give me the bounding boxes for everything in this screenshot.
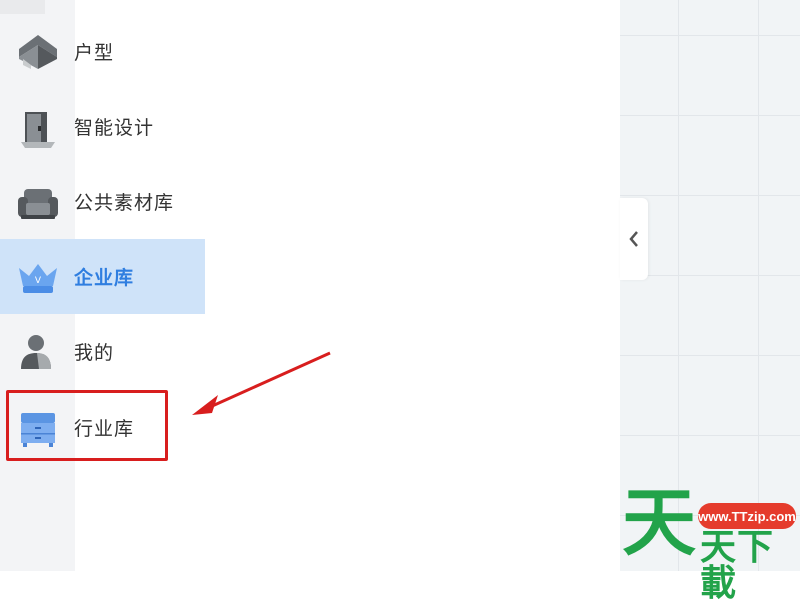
watermark-text: 天下載 bbox=[700, 527, 775, 604]
sidebar: 户型 智能设计 公共素材库 V 企业库 我的 行业库 bbox=[0, 0, 620, 571]
svg-text:V: V bbox=[35, 276, 42, 286]
chevron-left-icon bbox=[629, 231, 638, 247]
sidebar-item-floorplan[interactable]: 户型 bbox=[0, 14, 205, 89]
sidebar-item-label: 智能设计 bbox=[74, 117, 155, 139]
sidebar-item-mine[interactable]: 我的 bbox=[0, 314, 205, 389]
watermark-url: www.TTzip.com bbox=[698, 503, 796, 529]
collapse-panel-button[interactable] bbox=[620, 198, 648, 280]
sidebar-item-label: 公共素材库 bbox=[74, 192, 175, 214]
crown-icon: V bbox=[19, 263, 57, 293]
watermark-logo-char: 天 bbox=[622, 480, 696, 566]
sidebar-item-enterprise-library[interactable]: V 企业库 bbox=[0, 239, 205, 314]
sidebar-item-label: 企业库 bbox=[74, 267, 135, 289]
sidebar-item-label: 我的 bbox=[74, 342, 115, 364]
sidebar-item-smart-design[interactable]: 智能设计 bbox=[0, 89, 205, 164]
floorplan-icon bbox=[19, 34, 57, 69]
sidebar-item-public-library[interactable]: 公共素材库 bbox=[0, 164, 205, 239]
sofa-icon bbox=[18, 188, 58, 219]
annotation-highlight-box bbox=[6, 390, 168, 461]
user-icon bbox=[21, 334, 51, 369]
sidebar-item-label: 户型 bbox=[74, 42, 115, 64]
door-icon bbox=[21, 111, 55, 148]
annotation-arrow bbox=[192, 351, 331, 415]
